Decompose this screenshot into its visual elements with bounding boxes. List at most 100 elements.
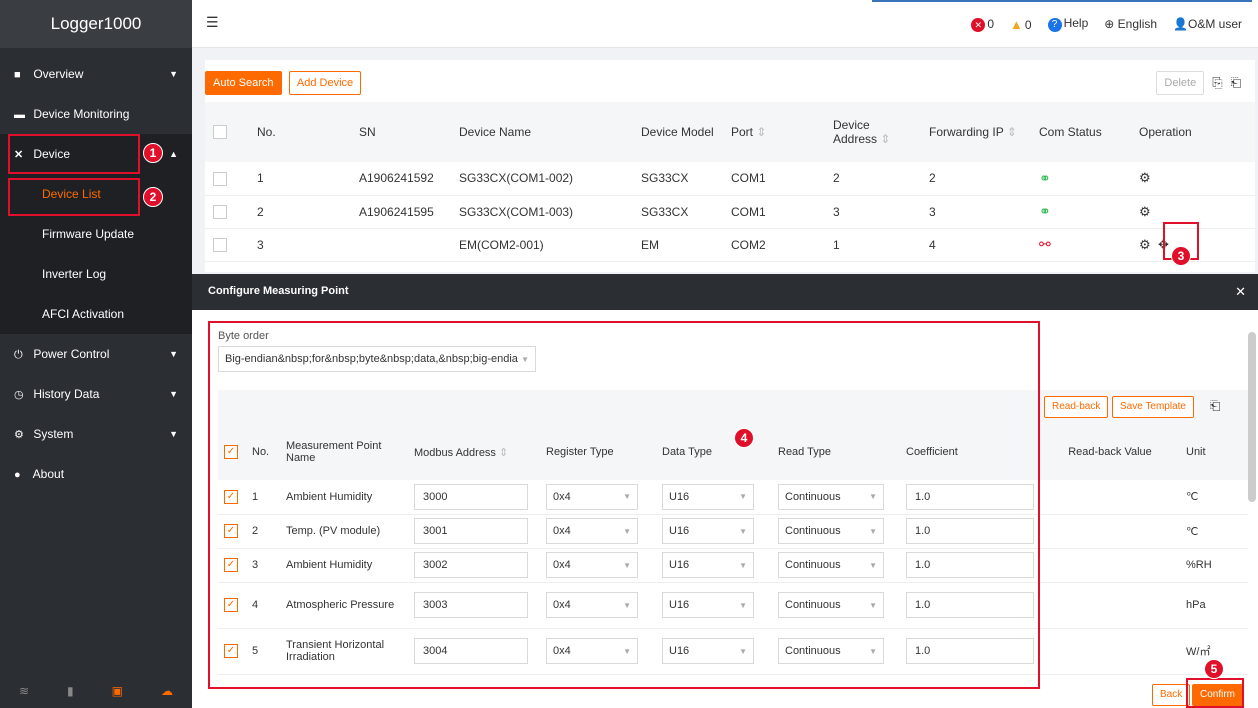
info-icon: ●: [14, 469, 21, 481]
cell-address: 1: [825, 228, 921, 262]
cell-device-name: SG33CX(COM1-003): [451, 195, 633, 229]
export-icon[interactable]: ⎗: [1210, 398, 1220, 414]
gear-icon[interactable]: ⚙: [1139, 170, 1151, 185]
highlight-config-area: [208, 321, 1040, 689]
highlight-device-item: [8, 134, 140, 174]
wifi-icon[interactable]: ≋: [19, 684, 29, 698]
read-back-button[interactable]: Read-back: [1044, 396, 1109, 418]
device-list-panel: Auto Search Add Device Delete ⎘ ⎗ No. SN…: [205, 60, 1255, 272]
cell-port: COM2: [723, 228, 825, 262]
top-bar: ☰ ✕ 0 ▲ 0 ? Help ⊕ English 👤O&M user: [192, 0, 1258, 48]
gear-icon: ⚙: [14, 429, 24, 441]
cell-device-name: EM(COM2-001): [451, 228, 633, 262]
auto-search-button[interactable]: Auto Search: [205, 71, 282, 95]
select-all-checkbox[interactable]: [213, 125, 227, 140]
sort-icon[interactable]: ⇕: [880, 132, 890, 146]
col-forwarding-ip[interactable]: Forwarding IP ⇕: [921, 102, 1031, 162]
sidebar-item-history-data[interactable]: ◷ History Data ▼: [0, 374, 192, 414]
table-row[interactable]: 3 EM(COM2-001) EM COM2 1 4 ⚯ ⚙ ✥: [205, 228, 1255, 262]
col-device-address[interactable]: Device Address ⇕: [825, 102, 921, 162]
table-row[interactable]: 1 A1906241592 SG33CX(COM1-002) SG33CX CO…: [205, 162, 1255, 196]
cell-device-model: SG33CX: [633, 162, 723, 196]
highlight-confirm-button: [1186, 678, 1244, 708]
row-checkbox[interactable]: [213, 204, 227, 219]
device-toolbar-right: Delete ⎘ ⎗: [1156, 71, 1241, 95]
table-row[interactable]: 2 A1906241595 SG33CX(COM1-003) SG33CX CO…: [205, 195, 1255, 229]
table-header-row: No. SN Device Name Device Model Port ⇕ D…: [205, 102, 1255, 162]
modal-title: Configure Measuring Point: [208, 285, 349, 297]
configure-measuring-point-dialog: Byte order Big-endian&nbsp;for&nbsp;byte…: [192, 310, 1258, 708]
export-icon[interactable]: ⎗: [1231, 75, 1241, 91]
chevron-down-icon: ▼: [169, 429, 178, 439]
chevron-down-icon: ▼: [169, 349, 178, 359]
row-checkbox[interactable]: [213, 171, 227, 186]
cell-forwarding-ip: 3: [921, 195, 1031, 229]
sidebar-item-label: Device Monitoring: [33, 107, 130, 121]
cell-read-back-value: [1040, 480, 1180, 515]
cell-port: COM1: [723, 195, 825, 229]
sort-icon[interactable]: ⇕: [756, 125, 766, 139]
menu-toggle-icon[interactable]: ☰: [206, 14, 219, 31]
gear-icon[interactable]: ⚙: [1139, 237, 1151, 252]
back-button[interactable]: Back: [1152, 684, 1191, 706]
sidebar-item-inverter-log[interactable]: Inverter Log: [0, 254, 192, 294]
error-icon: ✕: [971, 17, 986, 32]
sidebar-item-about[interactable]: ● About: [0, 454, 192, 494]
warning-count[interactable]: ▲ 0: [1010, 17, 1032, 32]
modal-scrollbar[interactable]: [1248, 332, 1256, 502]
callout-3: 3: [1171, 246, 1191, 266]
col-device-name: Device Name: [451, 102, 633, 162]
signal-icon[interactable]: ▮: [67, 684, 74, 698]
link-ok-icon: ⚭: [1039, 169, 1051, 186]
device-icon[interactable]: ▣: [112, 684, 123, 698]
sidebar-item-label: About: [32, 467, 65, 481]
error-count[interactable]: ✕ 0: [971, 17, 994, 32]
col-port[interactable]: Port ⇕: [723, 102, 825, 162]
help-link[interactable]: ? Help: [1047, 16, 1088, 32]
sidebar-item-afci-activation[interactable]: AFCI Activation: [0, 294, 192, 334]
monitor-icon: ▬: [14, 109, 25, 121]
col-com-status: Com Status: [1031, 102, 1131, 162]
callout-5: 5: [1204, 659, 1224, 679]
device-table: No. SN Device Name Device Model Port ⇕ D…: [205, 102, 1255, 262]
grid-icon: ■: [14, 69, 21, 81]
sidebar-item-overview[interactable]: ■ Overview ▼: [0, 54, 192, 94]
import-icon[interactable]: ⎘: [1212, 75, 1222, 91]
cell-device-name: SG33CX(COM1-002): [451, 162, 633, 196]
col-device-model: Device Model: [633, 102, 723, 162]
save-template-button[interactable]: Save Template: [1112, 396, 1194, 418]
cell-read-back-value: [1040, 514, 1180, 549]
sidebar-item-firmware-update[interactable]: Firmware Update: [0, 214, 192, 254]
warning-icon: ▲: [1010, 16, 1023, 32]
chevron-up-icon: ▲: [169, 149, 178, 159]
link-ok-icon: ⚭: [1039, 203, 1051, 219]
user-menu[interactable]: 👤O&M user: [1173, 17, 1242, 31]
modal-header: Configure Measuring Point ✕: [192, 274, 1258, 310]
language-selector[interactable]: ⊕ English: [1104, 17, 1157, 31]
close-icon[interactable]: ✕: [1235, 284, 1246, 300]
globe-icon: ⊕: [1104, 17, 1115, 31]
cloud-icon[interactable]: ☁: [161, 684, 173, 698]
delete-button[interactable]: Delete: [1156, 71, 1205, 95]
sidebar-item-power-control[interactable]: ⏻ Power Control ▼: [0, 334, 192, 374]
col-operation: Operation: [1131, 102, 1255, 162]
add-device-button[interactable]: Add Device: [288, 71, 362, 95]
cell-device-model: EM: [633, 228, 723, 262]
col-no: No.: [249, 102, 351, 162]
cell-address: 2: [825, 162, 921, 196]
sidebar-item-device-monitoring[interactable]: ▬ Device Monitoring: [0, 94, 192, 134]
cell-unit: hPa: [1180, 582, 1248, 629]
cell-forwarding-ip: 4: [921, 228, 1031, 262]
cell-no: 1: [249, 162, 351, 196]
cell-sn: [351, 228, 451, 262]
cell-sn: A1906241595: [351, 195, 451, 229]
col-read-back-value: Read-back Value: [1040, 424, 1180, 480]
cell-unit: ℃: [1180, 480, 1248, 515]
gear-icon[interactable]: ⚙: [1139, 204, 1151, 219]
sidebar-item-system[interactable]: ⚙ System ▼: [0, 414, 192, 454]
sidebar: Logger1000 ■ Overview ▼ ▬ Device Monitor…: [0, 0, 192, 708]
cell-unit: %RH: [1180, 548, 1248, 583]
sort-icon[interactable]: ⇕: [1007, 125, 1017, 139]
row-checkbox[interactable]: [213, 237, 227, 252]
link-broken-icon: ⚯: [1039, 236, 1051, 252]
